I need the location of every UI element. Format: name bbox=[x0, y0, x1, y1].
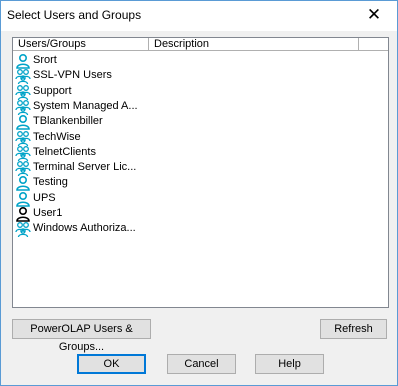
user-icon bbox=[15, 114, 31, 130]
list-item-label: TBlankenbiller bbox=[33, 115, 103, 128]
list-header: Users/Groups Description bbox=[13, 38, 388, 52]
list-item[interactable]: Testing bbox=[15, 175, 315, 192]
list-item-label: Windows Authoriza... bbox=[33, 222, 136, 235]
list-item-label: TechWise bbox=[33, 130, 81, 143]
list-item[interactable]: Windows Authoriza... bbox=[15, 221, 315, 238]
list-item-label: System Managed A... bbox=[33, 99, 138, 112]
list-item-label: UPS bbox=[33, 191, 56, 204]
group-icon bbox=[15, 130, 31, 146]
list-item-label: Testing bbox=[33, 176, 68, 189]
cancel-button[interactable]: Cancel bbox=[167, 354, 236, 374]
list-item-label: User1 bbox=[33, 207, 63, 219]
user-icon bbox=[15, 191, 31, 207]
group-icon bbox=[15, 221, 31, 238]
group-icon bbox=[15, 145, 31, 161]
users-groups-list[interactable]: Users/Groups Description Srort SSL-VPN Us… bbox=[12, 37, 389, 308]
list-item[interactable]: Terminal Server Lic... bbox=[15, 160, 315, 177]
powerolap-users-groups-button[interactable]: PowerOLAP Users & Groups... bbox=[12, 319, 151, 353]
close-icon[interactable]: ✕ bbox=[351, 1, 397, 31]
list-item-label: TelnetClients bbox=[33, 145, 96, 158]
user-icon bbox=[15, 175, 31, 192]
list-item[interactable]: System Managed A... bbox=[15, 99, 315, 116]
group-icon bbox=[15, 99, 31, 116]
ok-button[interactable]: OK bbox=[77, 354, 146, 374]
list-item[interactable]: Support bbox=[15, 84, 315, 100]
user-icon bbox=[15, 53, 31, 69]
list-item[interactable]: TechWise bbox=[15, 130, 315, 146]
column-header-users-groups[interactable]: Users/Groups bbox=[13, 38, 149, 51]
list-item[interactable]: UPS bbox=[15, 191, 315, 207]
list-item-label: Terminal Server Lic... bbox=[33, 161, 137, 174]
list-item[interactable]: TelnetClients bbox=[15, 145, 315, 161]
title-bar: Select Users and Groups ✕ bbox=[1, 1, 397, 31]
list-item[interactable]: User1 bbox=[15, 206, 315, 222]
help-button[interactable]: Help bbox=[255, 354, 324, 374]
dialog-title: Select Users and Groups bbox=[7, 8, 142, 22]
list-item[interactable]: SSL-VPN Users bbox=[15, 68, 315, 85]
refresh-button[interactable]: Refresh bbox=[320, 319, 387, 339]
list-item[interactable]: Srort bbox=[15, 53, 315, 69]
group-icon bbox=[15, 84, 31, 100]
list-item-label: Srort bbox=[33, 54, 57, 66]
group-icon bbox=[15, 160, 31, 177]
list-item[interactable]: TBlankenbiller bbox=[15, 114, 315, 130]
column-header-description[interactable]: Description bbox=[149, 38, 359, 51]
user-icon bbox=[15, 206, 31, 222]
list-item-label: Support bbox=[33, 84, 72, 97]
column-header-empty[interactable] bbox=[359, 38, 388, 51]
select-users-dialog: Select Users and Groups ✕ Users/Groups D… bbox=[0, 0, 398, 386]
list-item-label: SSL-VPN Users bbox=[33, 69, 112, 82]
group-icon bbox=[15, 68, 31, 85]
